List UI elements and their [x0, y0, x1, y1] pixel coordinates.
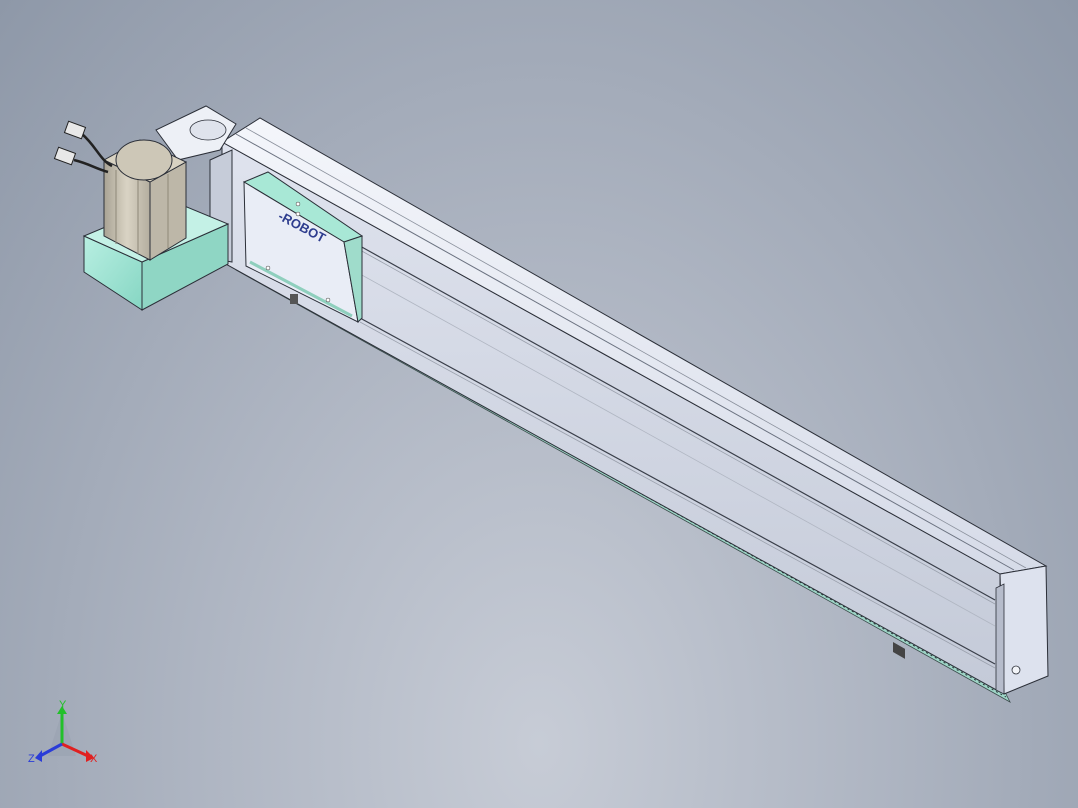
rail-top-face: [221, 117, 1048, 575]
side-groove: [359, 245, 996, 601]
motor-end-cap: [115, 139, 173, 181]
carriage-bolt: [295, 201, 301, 207]
carriage-bolt: [325, 297, 331, 303]
connector-2[interactable]: [53, 146, 77, 166]
side-groove: [359, 249, 996, 605]
carriage-sensor-flag: [290, 294, 298, 304]
cad-model-view[interactable]: -ROBOT Y X Z: [0, 0, 1078, 808]
motor-cables[interactable]: [53, 120, 113, 174]
y-axis-label: Y: [59, 699, 67, 711]
cable: [73, 158, 109, 174]
mount-bore: [189, 119, 227, 141]
x-axis-label: X: [90, 753, 98, 765]
z-arrow: [35, 750, 42, 762]
linear-actuator-assembly[interactable]: -ROBOT: [53, 105, 1049, 703]
top-groove: [235, 133, 1015, 571]
graphics-viewport[interactable]: -ROBOT Y X Z: [0, 0, 1078, 808]
orientation-triad[interactable]: Y X Z: [28, 699, 98, 765]
end-cap-hole: [1011, 665, 1021, 675]
connector-1[interactable]: [63, 120, 87, 140]
top-groove: [245, 127, 1027, 569]
carriage-bolt: [295, 211, 301, 217]
end-cap[interactable]: [999, 565, 1049, 695]
side-groove: [359, 273, 996, 627]
limit-sensor[interactable]: [893, 642, 905, 659]
end-cap-edge: [995, 583, 1005, 695]
carriage-bolt: [265, 265, 271, 271]
stepper-motor[interactable]: [102, 139, 188, 261]
z-axis-label: Z: [28, 753, 35, 765]
